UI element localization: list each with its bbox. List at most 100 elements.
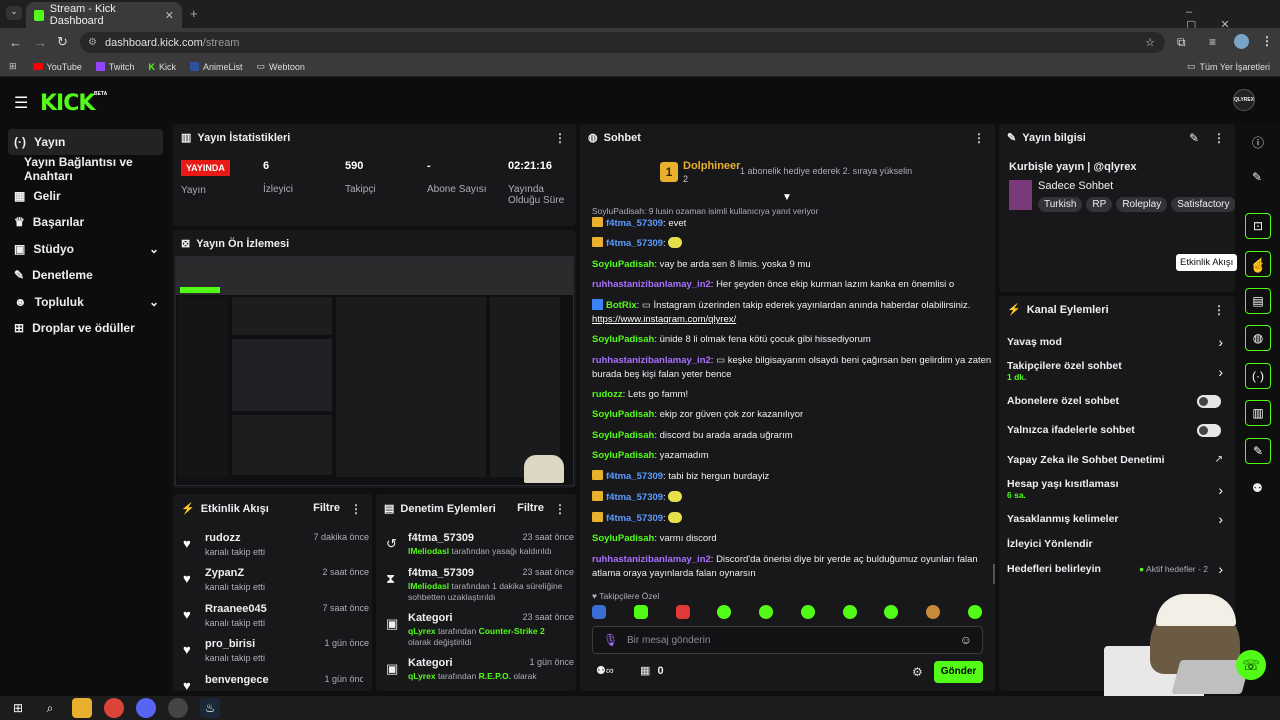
- list-item[interactable]: ♥ Rraanee045 kanalı takip etti 7 saat önce: [183, 603, 369, 633]
- more-icon[interactable]: ⋮: [350, 502, 362, 516]
- bookmark-star-icon[interactable]: ☆: [1145, 36, 1155, 49]
- user-avatar[interactable]: QLYREX: [1233, 89, 1255, 111]
- microphone-icon[interactable]: 🎙: [603, 633, 618, 647]
- bookmark-kick[interactable]: K Kick: [148, 62, 176, 72]
- emote-icon[interactable]: [717, 605, 732, 619]
- emote-icon[interactable]: [967, 605, 982, 619]
- emote-icon[interactable]: [884, 605, 899, 619]
- reading-list-icon[interactable]: ≡: [1209, 35, 1216, 49]
- site-info-icon[interactable]: ⚙: [88, 37, 97, 48]
- forward-icon[interactable]: →: [34, 35, 47, 50]
- ai-moderation-row[interactable]: Yapay Zeka ile Sohbet Denetimi: [1007, 454, 1227, 466]
- stream-preview-toggle-icon[interactable]: ⊡: [1245, 213, 1271, 239]
- list-item[interactable]: ♥benvengece1 gün önce: [183, 674, 363, 690]
- subscribers-only-toggle[interactable]: [1197, 395, 1221, 408]
- emote-only-toggle[interactable]: [1197, 424, 1221, 437]
- url-field[interactable]: ⚙ dashboard.kick.com/stream ☆: [80, 32, 1165, 53]
- tag[interactable]: RP: [1086, 197, 1113, 212]
- tag[interactable]: Turkish: [1038, 197, 1083, 212]
- reload-icon[interactable]: ↻: [57, 34, 68, 50]
- list-item[interactable]: ⧗ f4tma_57309 23 saat önce lMeliodasl taraf…: [386, 567, 574, 609]
- subscribers-only-row[interactable]: Abonelere özel sohbet: [1007, 395, 1227, 407]
- more-icon[interactable]: ⋮: [1213, 131, 1225, 145]
- tab-close-icon[interactable]: ✕: [165, 9, 174, 22]
- broadcast-toggle-icon[interactable]: (·): [1245, 363, 1271, 389]
- info-icon[interactable]: ⓘ: [1252, 134, 1264, 151]
- apps-grid-icon[interactable]: ⊞: [9, 61, 17, 72]
- more-icon[interactable]: ⋮: [554, 502, 566, 516]
- send-button[interactable]: Gönder: [934, 661, 983, 683]
- kick-logo[interactable]: KICK: [40, 91, 95, 116]
- chevron-right-icon[interactable]: ›: [1218, 364, 1223, 380]
- bookmark-webtoon[interactable]: ▭ Webtoon: [256, 61, 304, 72]
- sidebar-item-gelir[interactable]: ▦ Gelir: [8, 183, 163, 209]
- list-item[interactable]: ♥ pro_birisi kanalı takip etti 1 gün önce: [183, 638, 369, 668]
- leader-name[interactable]: Dolphineer: [683, 160, 740, 172]
- tag[interactable]: Satisfactory: [1171, 197, 1235, 212]
- raid-row[interactable]: İzleyici Yönlendir: [1007, 538, 1227, 550]
- filter-button[interactable]: Filtre: [517, 502, 544, 514]
- new-tab-icon[interactable]: +: [190, 6, 198, 21]
- chevron-right-icon[interactable]: ›: [1218, 482, 1223, 498]
- preview-video[interactable]: [175, 256, 574, 486]
- external-link-icon[interactable]: ↗: [1215, 454, 1223, 465]
- points-display[interactable]: ▦ 0: [640, 664, 664, 677]
- chat-scrollbar[interactable]: [993, 564, 995, 584]
- bookmark-twitch[interactable]: Twitch: [95, 62, 134, 72]
- chat-toggle-icon[interactable]: ◍: [1245, 325, 1271, 351]
- all-bookmarks[interactable]: ▭ Tüm Yer İşaretleri: [1187, 61, 1270, 72]
- emote-icon[interactable]: [759, 605, 774, 619]
- file-explorer-icon[interactable]: [72, 698, 92, 718]
- edit-icon[interactable]: ✎: [1189, 131, 1199, 145]
- tag[interactable]: Roleplay: [1116, 197, 1168, 212]
- start-icon[interactable]: ⊞: [8, 698, 28, 718]
- chat-link[interactable]: https://www.instagram.com/qlyrex/: [592, 314, 736, 325]
- discord-icon[interactable]: [136, 698, 156, 718]
- obs-icon[interactable]: [168, 698, 188, 718]
- pin-toggle-icon[interactable]: ▼: [782, 192, 792, 203]
- slow-mode-row[interactable]: Yavaş mod: [1007, 336, 1227, 348]
- followers-only-row[interactable]: Takipçilere özel sohbet 1 dk.: [1007, 360, 1227, 382]
- chat-settings-icon[interactable]: ⚙: [912, 665, 923, 679]
- browser-menu-icon[interactable]: ⋮: [1261, 34, 1273, 48]
- more-icon[interactable]: ⋮: [973, 131, 985, 145]
- sidebar-item-droplar[interactable]: ⊞ Droplar ve ödüller: [8, 315, 163, 341]
- bookmark-youtube[interactable]: YouTube: [32, 62, 82, 72]
- list-item[interactable]: ♥ ZypanZ kanalı takip etti 2 saat önce: [183, 567, 369, 597]
- list-item[interactable]: ♥ rudozz kanalı takip etti 7 dakika önce: [183, 532, 369, 562]
- chat-input[interactable]: 🎙 Bir mesaj gönderin ☺: [592, 626, 983, 654]
- emoji-icon[interactable]: ☺: [960, 633, 972, 647]
- list-item[interactable]: ▣ Kategori 1 gün önce qLyrex tarafından R.E…: [386, 657, 574, 691]
- chrome-icon[interactable]: [104, 698, 124, 718]
- sidebar-item-denetleme[interactable]: ✎ Denetleme: [8, 262, 163, 288]
- emote-icon[interactable]: [800, 605, 815, 619]
- bookmark-animelist[interactable]: AnimeList: [189, 62, 242, 72]
- more-icon[interactable]: ⋮: [1213, 303, 1225, 317]
- extensions-icon[interactable]: ⧉: [1177, 35, 1186, 50]
- search-icon[interactable]: ⌕: [40, 698, 60, 718]
- community-icon[interactable]: ⚉: [1252, 481, 1263, 495]
- sidebar-item-studyo[interactable]: ▣ Stüdyo ⌄: [8, 236, 163, 262]
- edit-icon[interactable]: ✎: [1252, 170, 1262, 184]
- list-item[interactable]: ▣ Kategori 23 saat önce qLyrex tarafından C…: [386, 612, 574, 654]
- stats-toggle-icon[interactable]: ▥: [1245, 400, 1271, 426]
- sidebar-item-basarilar[interactable]: ♛ Başarılar: [8, 209, 163, 235]
- filter-button[interactable]: Filtre: [313, 502, 340, 514]
- sidebar-item-stream-key[interactable]: Yayın Bağlantısı ve Anahtarı: [18, 155, 173, 183]
- hamburger-menu-icon[interactable]: ☰: [14, 93, 28, 113]
- chevron-right-icon[interactable]: ›: [1218, 511, 1223, 527]
- tab-search-icon[interactable]: ⌄: [6, 6, 22, 20]
- chevron-right-icon[interactable]: ›: [1218, 561, 1223, 577]
- emote-icon[interactable]: [675, 605, 690, 619]
- banned-words-row[interactable]: Yasaklanmış kelimeler: [1007, 513, 1227, 525]
- moderation-toggle-icon[interactable]: ▤: [1245, 288, 1271, 314]
- browser-tab[interactable]: Stream - Kick Dashboard ✕: [26, 2, 182, 28]
- chat-users-icon[interactable]: ⚉∞: [596, 664, 614, 677]
- emote-icon[interactable]: [842, 605, 857, 619]
- support-chat-icon[interactable]: ☏: [1236, 650, 1266, 680]
- emote-icon[interactable]: [633, 605, 648, 619]
- steam-icon[interactable]: ♨: [200, 698, 220, 718]
- profile-avatar[interactable]: [1234, 34, 1249, 49]
- more-icon[interactable]: ⋮: [554, 131, 566, 145]
- wrench-toggle-icon[interactable]: ✎: [1245, 438, 1271, 464]
